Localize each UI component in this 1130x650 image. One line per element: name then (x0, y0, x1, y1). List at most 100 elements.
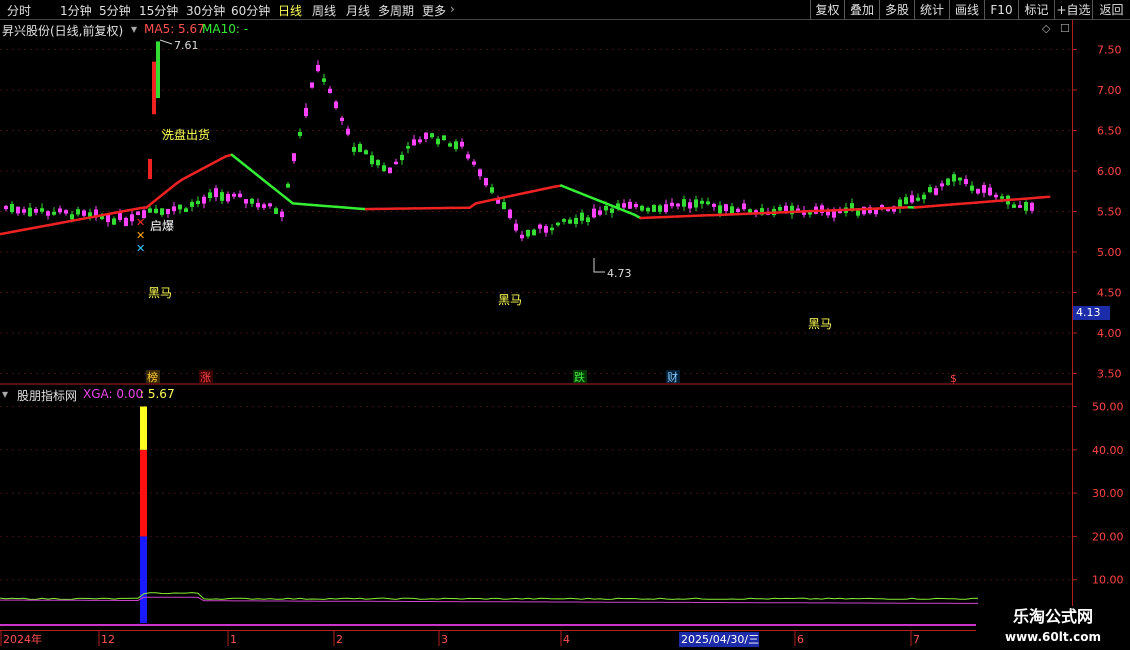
candle-body (694, 199, 698, 208)
candle-body (592, 208, 596, 218)
candle-body (982, 185, 986, 193)
indicator-axis: 50.00 40.00 30.00 20.00 10.00 (1072, 401, 1124, 587)
candle-body (226, 193, 230, 202)
candle-body (514, 223, 518, 231)
price-axis-label: 5.00 (1097, 246, 1122, 259)
candle-body (52, 211, 56, 215)
event-marker-bang[interactable]: 榜 (147, 370, 158, 384)
candle-body (940, 183, 944, 187)
candle-body (364, 150, 368, 155)
candle-body (736, 208, 740, 212)
candle-body (346, 128, 350, 135)
candle-body (202, 196, 206, 204)
candle-body (154, 208, 158, 214)
price-axis-label: 7.00 (1097, 84, 1122, 97)
candle-body (454, 141, 458, 150)
candle-body (742, 203, 746, 210)
annotation-qibao: 启爆 (150, 219, 174, 233)
candle-body (130, 214, 134, 222)
candle-body (568, 219, 572, 224)
candle-body (148, 158, 152, 180)
kline-chart[interactable]: 7.61 4.73 洗盘出货 启爆 ✕ ✕ ✕ 黑马 黑马 黑马 榜 涨 跌 财… (0, 0, 1130, 650)
candle-body (334, 101, 338, 109)
date-axis-label: 6 (797, 633, 804, 646)
candle-body (664, 204, 668, 213)
candle-body (964, 179, 968, 185)
candle-body (382, 165, 386, 172)
candle-body (400, 154, 404, 161)
candle-body (508, 209, 512, 219)
candle-body (478, 169, 482, 177)
candle-body (1012, 204, 1016, 208)
event-marker-cai[interactable]: 财 (667, 370, 678, 384)
candle-body (442, 135, 446, 141)
candle-body (22, 209, 26, 213)
candle-body (46, 211, 50, 216)
svg-text:✕: ✕ (136, 242, 145, 255)
candle-body (28, 207, 32, 217)
candle-body (280, 211, 284, 218)
candle-body (156, 41, 160, 99)
candle-body (394, 161, 398, 165)
heima-label-1: 黑马 (148, 286, 172, 300)
event-marker-zhang[interactable]: 涨 (200, 371, 211, 384)
candle-body (136, 211, 140, 216)
date-axis-label: 3 (441, 633, 448, 646)
candle-body (286, 183, 290, 188)
sub-grid (0, 406, 1072, 581)
candle-body (220, 192, 224, 201)
candle-body (298, 131, 302, 136)
candle-body (406, 146, 410, 149)
candle-body (58, 208, 62, 213)
candle-body (250, 198, 254, 204)
indicator-axis-label: 40.00 (1092, 444, 1124, 457)
candle-body (76, 209, 80, 215)
candle-body (904, 197, 908, 205)
indicator-axis-label: 30.00 (1092, 487, 1124, 500)
candle-body (466, 154, 470, 159)
candle-body (502, 202, 506, 210)
butterfly-icon: ✕ ✕ ✕ (136, 216, 145, 255)
candle-body (520, 234, 524, 239)
candlesticks (4, 41, 1034, 242)
candle-body (712, 203, 716, 207)
candle-body (640, 205, 644, 211)
candle-body (472, 161, 476, 165)
candle-body (418, 139, 422, 143)
candle-body (328, 88, 332, 93)
candle-body (622, 203, 626, 208)
indicator-bar-blue (140, 536, 147, 623)
watermark: 乐淘公式网 www.60lt.com (976, 606, 1130, 650)
candle-body (532, 229, 536, 236)
low-price-label: 4.73 (607, 267, 632, 280)
candle-body (676, 203, 680, 207)
candle-body (580, 212, 584, 221)
candle-body (922, 194, 926, 200)
candle-body (388, 167, 392, 174)
candle-body (646, 207, 650, 212)
candle-body (152, 61, 156, 115)
indicator-axis-label: 50.00 (1092, 401, 1124, 414)
candle-body (310, 82, 314, 88)
event-marker-die[interactable]: 跌 (574, 370, 585, 384)
heima-label-2: 黑马 (498, 293, 522, 307)
candle-body (322, 78, 326, 82)
candle-body (190, 201, 194, 207)
candle-body (340, 117, 344, 121)
candle-body (424, 132, 428, 139)
price-axis-label: 4.50 (1097, 287, 1122, 300)
date-axis-label: 2 (336, 633, 343, 646)
candle-body (994, 194, 998, 198)
candle-body (1024, 201, 1028, 211)
high-label-pointer (159, 39, 173, 45)
watermark-url: www.60lt.com (1004, 630, 1102, 644)
candle-body (778, 206, 782, 211)
candle-body (682, 199, 686, 207)
annotation-xipan: 洗盘出货 (162, 127, 210, 142)
low-label-pointer (593, 258, 605, 273)
event-marker-dollar[interactable]: $ (950, 372, 957, 385)
candle-body (166, 208, 170, 215)
candle-body (16, 206, 20, 214)
candle-body (34, 209, 38, 213)
candle-body (910, 195, 914, 203)
